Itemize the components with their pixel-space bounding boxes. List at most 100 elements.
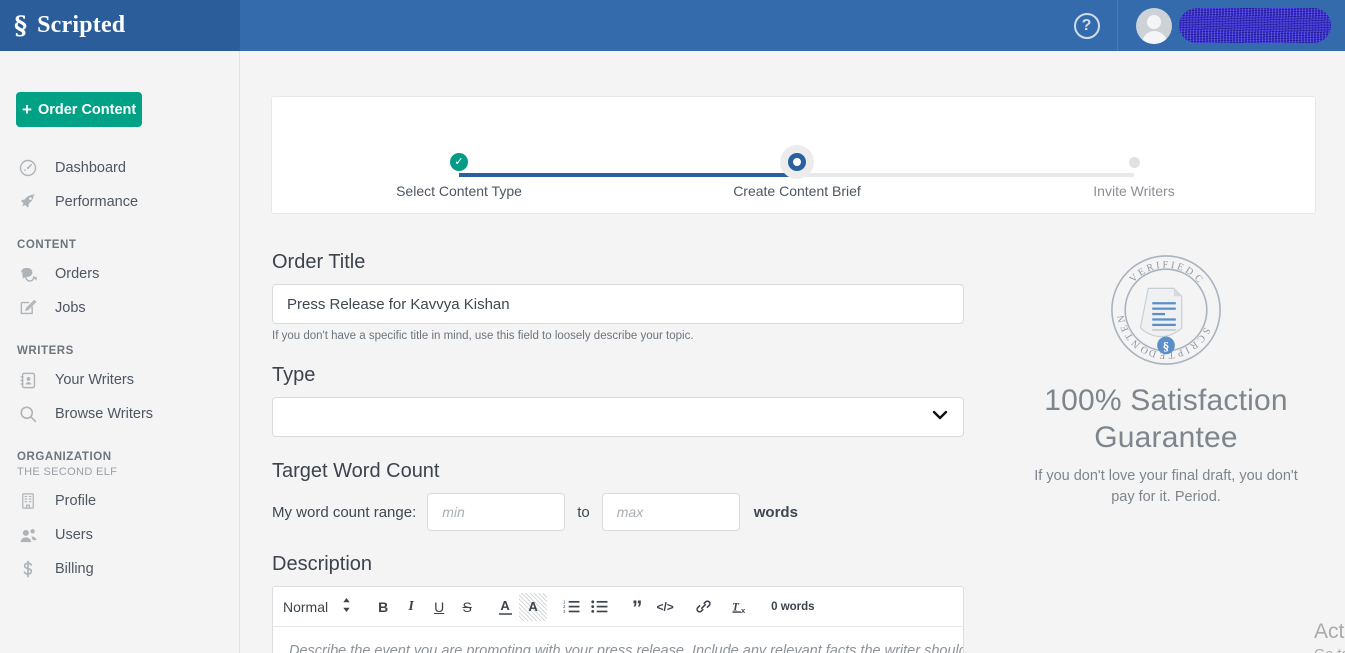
code-block-icon[interactable]: </> [651, 593, 679, 621]
sidebar-item-orders[interactable]: $ Orders [0, 257, 239, 291]
stepper-step-label: Create Content Brief [667, 183, 927, 199]
word-count-max-input[interactable] [602, 493, 740, 531]
blockquote-icon[interactable]: ” [623, 593, 651, 621]
sidebar-item-billing[interactable]: Billing [0, 552, 239, 586]
word-count-range-label: My word count range: [272, 504, 416, 521]
sidebar-item-label: Profile [55, 493, 96, 509]
stepper-step-1[interactable]: ✓ Select Content Type [329, 147, 589, 199]
sidebar-item-users[interactable]: Users [0, 518, 239, 552]
format-dropdown-value: Normal [283, 599, 328, 615]
order-title-input[interactable] [272, 284, 964, 324]
guarantee-panel: VERIFIED SCRIPTED C ONTENT [1006, 251, 1326, 508]
scripted-logo-icon: § [14, 13, 26, 38]
highlight-color-icon[interactable]: A [519, 593, 547, 621]
stepper-step-2[interactable]: Create Content Brief [667, 147, 927, 199]
address-book-icon [17, 369, 39, 391]
format-dropdown[interactable]: Normal [283, 598, 359, 615]
font-color-letter: A [500, 599, 509, 612]
help-button[interactable]: ? [1056, 0, 1118, 51]
avatar-head [1147, 15, 1161, 29]
word-count-suffix: words [754, 504, 798, 521]
clear-formatting-icon[interactable]: T x [727, 593, 755, 621]
order-content-label: Order Content [38, 102, 136, 118]
bold-icon[interactable]: B [369, 593, 397, 621]
sidebar-item-label: Users [55, 527, 93, 543]
comment-dollar-icon: $ [17, 263, 39, 285]
order-title-helper-text: If you don't have a specific title in mi… [272, 330, 964, 342]
sidebar-item-dashboard[interactable]: Dashboard [0, 151, 239, 185]
pencil-square-icon [17, 297, 39, 319]
ordered-list-icon[interactable]: 1 2 3 [557, 593, 585, 621]
order-title-label: Order Title [272, 251, 964, 274]
svg-text:x: x [741, 606, 746, 615]
type-select-wrap [272, 397, 964, 437]
word-count-min-input[interactable] [427, 493, 565, 531]
stepper-active-halo [780, 145, 814, 179]
sidebar-item-jobs[interactable]: Jobs [0, 291, 239, 325]
sidebar-organization-name: THE SECOND ELF [0, 466, 239, 478]
check-icon: ✓ [450, 153, 468, 171]
guarantee-title: 100% Satisfaction Guarantee [1006, 383, 1326, 456]
word-count-separator: to [577, 504, 590, 521]
type-select[interactable] [272, 397, 964, 437]
editor-toolbar: Normal B I U S A A [273, 587, 963, 627]
stepper-dot-wrap [667, 147, 927, 177]
underline-icon[interactable]: U [425, 593, 453, 621]
stepper-step-3[interactable]: Invite Writers [1004, 147, 1264, 199]
strikethrough-icon[interactable]: S [453, 593, 481, 621]
brand-name: Scripted [37, 12, 125, 39]
progress-stepper: ✓ Select Content Type Create Content Bri… [272, 97, 1317, 215]
font-color-icon[interactable]: A [491, 593, 519, 621]
stepper-dot-wrap: ✓ [329, 147, 589, 177]
link-icon[interactable] [689, 593, 717, 621]
sidebar-item-label: Browse Writers [55, 406, 153, 422]
avatar [1136, 8, 1172, 44]
sidebar-item-label: Billing [55, 561, 94, 577]
guarantee-subtitle: If you don't love your final draft, you … [1006, 466, 1326, 508]
sidebar-item-performance[interactable]: Performance [0, 185, 239, 219]
type-label: Type [272, 364, 964, 387]
sidebar-item-label: Your Writers [55, 372, 134, 388]
sidebar-group-title-organization: ORGANIZATION [0, 451, 239, 463]
seal-logo-glyph: § [1163, 340, 1169, 353]
building-icon [17, 490, 39, 512]
sidebar-item-label: Performance [55, 194, 138, 210]
stepper-step-label: Select Content Type [329, 183, 589, 199]
rocket-icon [17, 191, 39, 213]
plus-icon: + [22, 101, 32, 118]
sidebar-item-browse-writers[interactable]: Browse Writers [0, 397, 239, 431]
sidebar-item-label: Orders [55, 266, 99, 282]
user-menu[interactable] [1118, 0, 1345, 51]
brand-logo[interactable]: § Scripted [0, 0, 240, 51]
username-redacted [1179, 8, 1331, 43]
stepper-upcoming-dot-icon [1129, 157, 1140, 168]
windows-activation-watermark: Activate Windows Go to Settings to activ… [1314, 619, 1345, 653]
italic-icon[interactable]: I [397, 593, 425, 621]
avatar-body [1142, 31, 1167, 44]
search-icon [17, 403, 39, 425]
speedometer-icon [17, 157, 39, 179]
svg-text:3: 3 [563, 609, 566, 614]
font-color-bar [499, 613, 512, 615]
verified-content-seal-icon: VERIFIED SCRIPTED C ONTENT [1107, 251, 1225, 369]
main-content: ✓ Select Content Type Create Content Bri… [241, 51, 1345, 653]
editor-word-count: 0 words [771, 601, 814, 613]
users-icon [17, 524, 39, 546]
topbar-right-cluster: ? [1056, 0, 1345, 51]
stepper-active-dot-icon [788, 153, 806, 171]
sidebar-item-profile[interactable]: Profile [0, 484, 239, 518]
progress-stepper-card: ✓ Select Content Type Create Content Bri… [271, 96, 1316, 214]
bullet-list-icon[interactable] [585, 593, 613, 621]
top-navigation-bar: § Scripted ? [0, 0, 1345, 51]
stepper-step-label: Invite Writers [1004, 183, 1264, 199]
sidebar-group-title-content: CONTENT [0, 239, 239, 251]
watermark-subtitle: Go to Settings to activate Windows. [1314, 647, 1345, 653]
order-brief-form: Order Title If you don't have a specific… [272, 251, 964, 653]
sidebar-item-label: Dashboard [55, 160, 126, 176]
description-textarea[interactable]: Describe the event you are promoting wit… [273, 627, 963, 653]
order-content-button[interactable]: + Order Content [16, 92, 142, 127]
sidebar-item-your-writers[interactable]: Your Writers [0, 363, 239, 397]
stepper-dot-wrap [1004, 147, 1264, 177]
dollar-sign-icon [17, 558, 39, 580]
description-editor: Normal B I U S A A [272, 586, 964, 653]
